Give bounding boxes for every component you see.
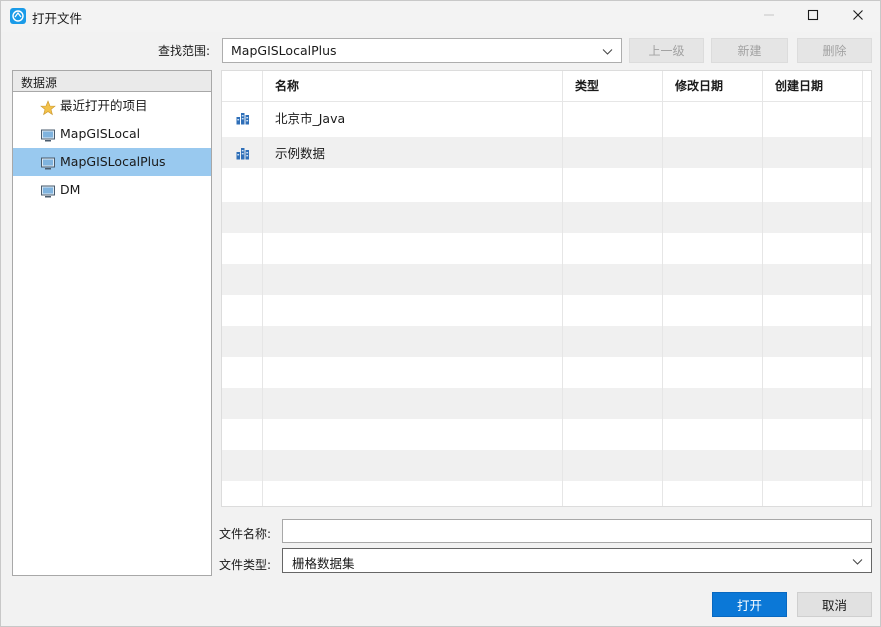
window-title: 打开文件 <box>32 11 83 26</box>
close-button[interactable] <box>835 1 881 31</box>
minimize-button[interactable] <box>746 1 792 31</box>
maximize-icon <box>807 9 819 24</box>
column-header-created[interactable]: 创建日期 <box>762 71 823 102</box>
minimize-icon <box>763 9 775 24</box>
column-divider <box>662 71 663 506</box>
maximize-button[interactable] <box>790 1 836 31</box>
lookin-dropdown[interactable]: MapGISLocalPlus <box>222 38 622 63</box>
empty-row <box>222 264 871 295</box>
open-button[interactable]: 打开 <box>712 592 787 617</box>
datasource-item-mapgislocalplus[interactable]: MapGISLocalPlus <box>13 148 211 176</box>
datasource-panel: 数据源 最近打开的项目 MapGISLocal MapGISLocalPlus … <box>12 70 212 576</box>
filetype-label: 文件类型: <box>219 558 272 572</box>
lookin-value: MapGISLocalPlus <box>231 43 337 58</box>
mapgis-app-icon <box>10 8 26 24</box>
filename-label: 文件名称: <box>219 527 272 541</box>
database-icon <box>236 111 250 128</box>
datasource-item-label: 最近打开的项目 <box>60 98 148 113</box>
computer-icon <box>40 126 56 142</box>
filetype-value: 栅格数据集 <box>292 556 355 571</box>
up-level-button[interactable]: 上一级 <box>629 38 704 63</box>
database-icon <box>236 146 250 163</box>
empty-row <box>222 202 871 233</box>
column-header-type[interactable]: 类型 <box>562 71 599 102</box>
open-file-dialog: 打开文件 查找范围: MapGISLocalPlus 上一级 新建 删除 数据源 <box>0 0 881 627</box>
column-header-name[interactable]: 名称 <box>262 71 299 102</box>
file-name-cell: 北京市_Java <box>275 111 346 126</box>
filetype-dropdown[interactable]: 栅格数据集 <box>282 548 872 573</box>
file-list[interactable]: 名称 类型 修改日期 创建日期 北京市_Java 示例数据 <box>221 70 872 507</box>
chevron-down-icon <box>852 555 863 570</box>
filename-input[interactable] <box>282 519 872 543</box>
datasource-item-label: DM <box>60 182 81 197</box>
column-header-modified[interactable]: 修改日期 <box>662 71 723 102</box>
close-icon <box>852 9 864 24</box>
empty-row <box>222 326 871 357</box>
column-divider <box>762 71 763 506</box>
delete-button[interactable]: 删除 <box>797 38 872 63</box>
datasource-item-label: MapGISLocalPlus <box>60 154 166 169</box>
star-icon <box>40 98 56 116</box>
column-divider <box>862 71 863 506</box>
new-button[interactable]: 新建 <box>711 38 788 63</box>
empty-row <box>222 388 871 419</box>
cancel-button[interactable]: 取消 <box>797 592 872 617</box>
datasource-item-label: MapGISLocal <box>60 126 141 141</box>
table-row[interactable]: 示例数据 <box>222 137 871 168</box>
column-divider <box>262 71 263 506</box>
computer-icon <box>40 182 56 198</box>
empty-row <box>222 450 871 481</box>
lookin-label: 查找范围: <box>158 44 211 58</box>
datasource-header: 数据源 <box>13 71 211 92</box>
datasource-item-recent[interactable]: 最近打开的项目 <box>13 92 211 120</box>
datasource-item-mapgislocal[interactable]: MapGISLocal <box>13 120 211 148</box>
file-name-cell: 示例数据 <box>275 146 326 161</box>
computer-icon <box>40 154 56 170</box>
column-divider <box>562 71 563 506</box>
file-list-header: 名称 类型 修改日期 创建日期 <box>222 71 871 102</box>
title-bar: 打开文件 <box>1 1 880 32</box>
chevron-down-icon <box>602 45 613 60</box>
datasource-item-dm[interactable]: DM <box>13 176 211 204</box>
table-row[interactable]: 北京市_Java <box>222 102 871 133</box>
